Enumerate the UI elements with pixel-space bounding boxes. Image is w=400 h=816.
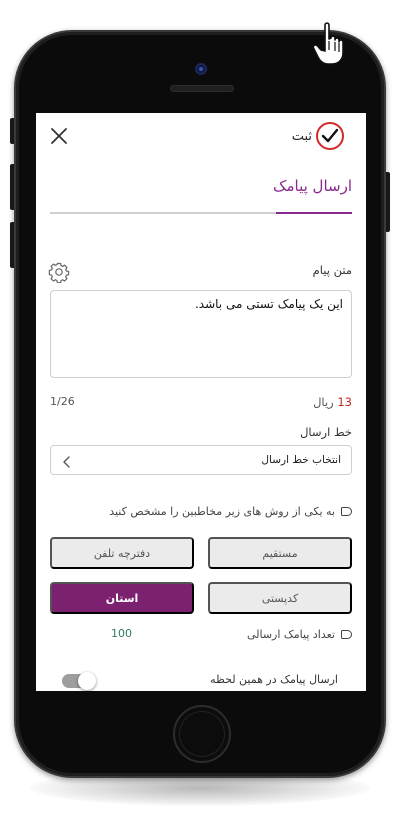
tab-active-indicator bbox=[276, 212, 352, 214]
gear-icon[interactable] bbox=[48, 261, 70, 284]
province-button[interactable]: استان bbox=[50, 582, 194, 614]
character-counter: 1/26 bbox=[50, 395, 75, 408]
confirm-label: ثبت bbox=[291, 128, 312, 144]
price-text: 13 ریال bbox=[313, 395, 352, 409]
recipients-prompt: به یکی از روش های زیر مخاطبین را مشخص کن… bbox=[109, 504, 335, 518]
price-amount: 13 bbox=[337, 395, 352, 409]
recipients-prompt-row: به یکی از روش های زیر مخاطبین را مشخص کن… bbox=[109, 503, 352, 519]
tab-send-sms[interactable]: ارسال پیامک bbox=[273, 177, 352, 195]
direct-button[interactable]: مستقیم bbox=[208, 537, 352, 569]
tag-icon bbox=[341, 629, 352, 639]
message-textarea[interactable]: این یک پیامک تستی می باشد. bbox=[50, 290, 352, 378]
price-unit: ریال bbox=[313, 395, 334, 409]
tag-icon bbox=[341, 506, 352, 516]
send-now-label: ارسال پیامک در همین لحظه bbox=[210, 673, 338, 686]
phonebook-button[interactable]: دفترچه تلفن bbox=[50, 537, 194, 569]
chevron-left-icon bbox=[61, 454, 73, 468]
message-label: متن پیام bbox=[312, 263, 352, 277]
earpiece-speaker bbox=[170, 85, 234, 92]
app-screen: ثبت ارسال پیامک متن پیام این یک پیامک تس… bbox=[36, 113, 366, 691]
confirm-button[interactable]: ثبت bbox=[291, 122, 344, 150]
checkmark-icon[interactable] bbox=[316, 122, 344, 150]
send-line-label: خط ارسال bbox=[300, 425, 352, 439]
send-count-value: 100 bbox=[111, 627, 132, 640]
home-button[interactable] bbox=[173, 705, 231, 763]
front-camera bbox=[195, 63, 207, 75]
close-icon[interactable] bbox=[48, 125, 70, 147]
send-line-select[interactable]: انتخاب خط ارسال bbox=[50, 445, 352, 475]
send-now-toggle[interactable] bbox=[62, 672, 96, 690]
send-count-row: تعداد پیامک ارسالی bbox=[247, 626, 352, 642]
postal-code-button[interactable]: کدپستی bbox=[208, 582, 352, 614]
send-count-label: تعداد پیامک ارسالی bbox=[246, 627, 335, 641]
send-line-value: انتخاب خط ارسال bbox=[261, 454, 341, 466]
hand-pointer-icon bbox=[312, 21, 354, 67]
top-bar: ثبت bbox=[36, 113, 366, 159]
toggle-knob bbox=[78, 672, 96, 690]
